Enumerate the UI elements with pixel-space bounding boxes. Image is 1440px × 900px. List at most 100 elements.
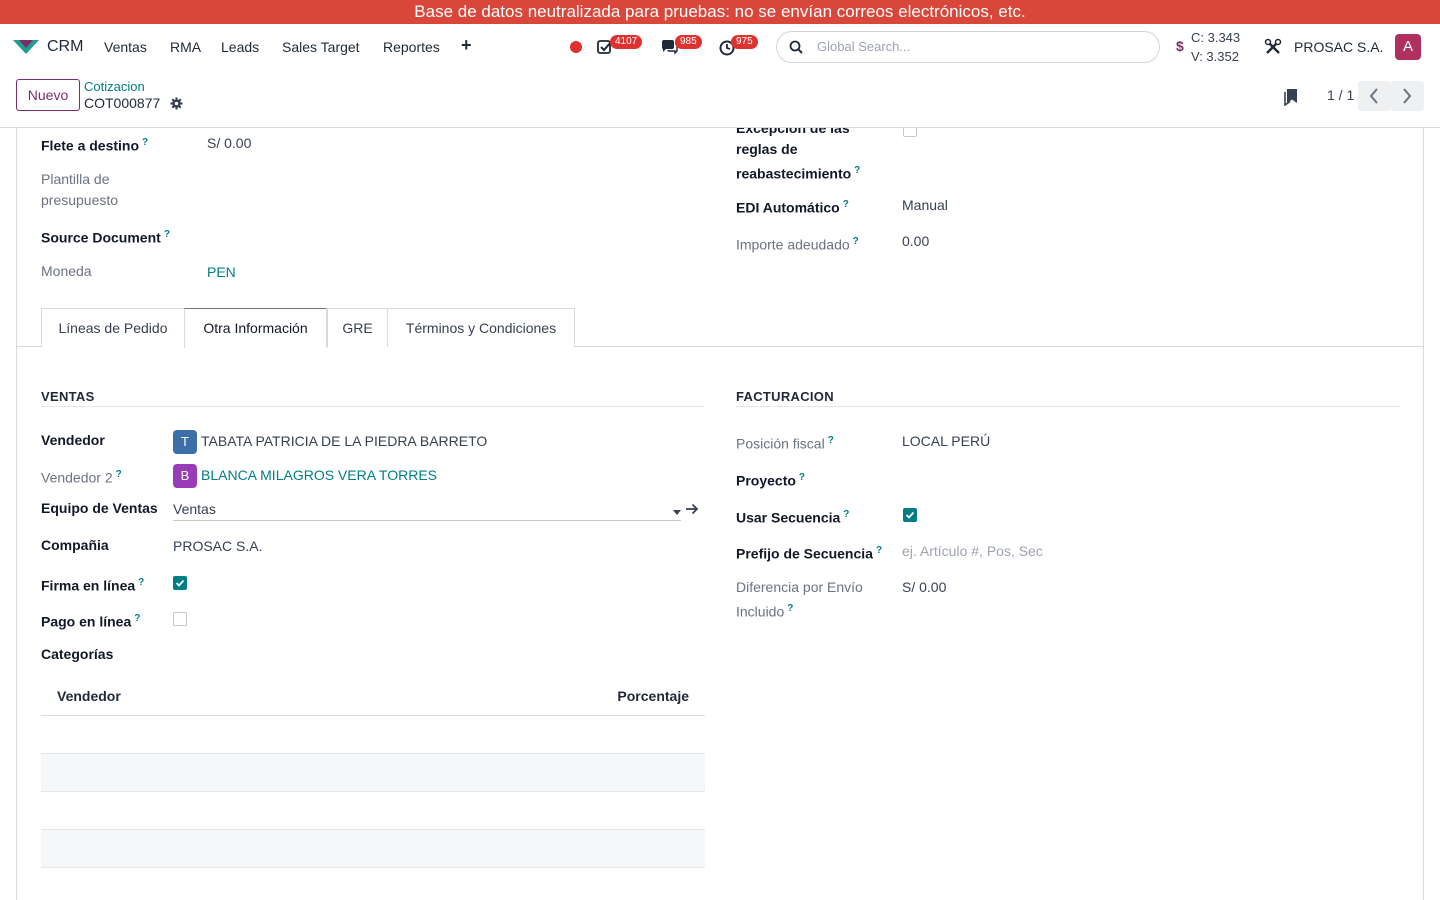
compania-value[interactable]: PROSAC S.A. (173, 536, 262, 557)
table-row (41, 792, 705, 830)
add-menu-plus-icon[interactable]: + (461, 35, 472, 56)
help-icon[interactable]: ? (843, 509, 849, 520)
help-icon[interactable]: ? (828, 435, 834, 446)
breadcrumb-current: COT000877 (84, 95, 161, 111)
help-icon[interactable]: ? (843, 199, 849, 210)
equipo-label: Equipo de Ventas (41, 500, 158, 516)
edi-value[interactable]: Manual (902, 195, 948, 216)
facturacion-section-rule (736, 406, 1400, 407)
help-icon[interactable]: ? (138, 577, 144, 588)
plantilla-label: Plantilla de presupuesto (41, 171, 119, 208)
tab-lineas-pedido[interactable]: Líneas de Pedido (41, 308, 185, 347)
moneda-value[interactable]: PEN (207, 262, 236, 283)
pager-next-button[interactable] (1391, 81, 1424, 111)
categorias-table-header: Vendedor Porcentaje (41, 676, 705, 716)
chevron-right-icon (1403, 88, 1412, 104)
menu-sales-target[interactable]: Sales Target (282, 39, 360, 55)
chevron-down-icon[interactable] (673, 510, 681, 515)
exchange-rates: C: 3.343 V: 3.352 (1191, 28, 1240, 66)
firma-checkbox[interactable] (173, 576, 187, 590)
currency-symbol: $ (1176, 38, 1184, 54)
help-icon[interactable]: ? (854, 165, 860, 176)
posicion-fiscal-value[interactable]: LOCAL PERÚ (902, 431, 990, 452)
recording-dot-icon[interactable] (570, 41, 582, 53)
vendedor2-avatar: B (173, 464, 197, 488)
diferencia-label: Diferencia por Envío Incluido? (736, 579, 863, 620)
messages-badge: 985 (675, 35, 702, 49)
pager-previous-button[interactable] (1358, 81, 1391, 111)
top-navbar: CRM Ventas RMA Leads Sales Target Report… (0, 24, 1440, 70)
ventas-section-title: VENTAS (41, 389, 95, 404)
proyecto-label: Proyecto? (736, 472, 806, 489)
help-icon[interactable]: ? (142, 137, 148, 148)
pager-value[interactable]: 1 / 1 (1327, 87, 1354, 103)
new-record-button[interactable]: Nuevo (16, 79, 80, 111)
flete-label: Flete a destino? (41, 137, 149, 154)
help-icon[interactable]: ? (799, 472, 805, 483)
vendedor2-value[interactable]: BLANCA MILAGROS VERA TORRES (201, 465, 437, 486)
global-search[interactable] (776, 31, 1160, 63)
tab-otra-informacion[interactable]: Otra Información (184, 308, 327, 348)
prefijo-input[interactable]: ej. Artículo #, Pos, Sec (902, 541, 1043, 562)
menu-rma[interactable]: RMA (170, 39, 201, 55)
bookmark-icon[interactable] (1283, 88, 1299, 106)
timers-badge: 975 (731, 35, 758, 49)
app-name[interactable]: CRM (47, 38, 83, 56)
facturacion-section-title: FACTURACION (736, 389, 834, 404)
form-sheet: Flete a destino? S/ 0.00 Plantilla de pre… (16, 128, 1424, 900)
flete-value[interactable]: S/ 0.00 (207, 133, 251, 154)
excepcion-checkbox[interactable] (903, 128, 917, 137)
user-avatar[interactable]: A (1395, 34, 1421, 60)
rate-buy: C: 3.343 (1191, 30, 1241, 45)
excepcion-label: Excepción de las reglas de reabastecimie… (736, 128, 861, 182)
importe-value: 0.00 (902, 233, 930, 249)
compania-label: Compañia (41, 537, 109, 553)
table-row (41, 754, 705, 792)
edi-label: EDI Automático? (736, 199, 849, 216)
gear-icon[interactable] (170, 97, 183, 110)
column-porcentaje[interactable]: Porcentaje (617, 688, 689, 704)
help-icon[interactable]: ? (164, 229, 170, 240)
importe-label: Importe adeudado? (736, 236, 859, 253)
search-icon (789, 40, 803, 54)
menu-reportes[interactable]: Reportes (383, 39, 440, 55)
help-icon[interactable]: ? (134, 613, 140, 624)
control-panel: Nuevo Cotizacion COT000877 1 / 1 (0, 70, 1440, 128)
table-row (41, 716, 705, 754)
breadcrumb-parent[interactable]: Cotizacion (84, 79, 145, 94)
firma-label: Firma en línea? (41, 577, 145, 594)
help-icon[interactable]: ? (116, 469, 122, 480)
posicion-fiscal-label: Posición fiscal? (736, 435, 834, 452)
vendedor-label: Vendedor (41, 432, 105, 448)
help-icon[interactable]: ? (853, 236, 859, 247)
menu-ventas[interactable]: Ventas (104, 39, 147, 55)
internal-link-arrow-icon[interactable] (685, 503, 699, 515)
pago-checkbox[interactable] (173, 612, 187, 626)
tab-terminos[interactable]: Términos y Condiciones (387, 308, 575, 347)
ventas-section-rule (41, 406, 705, 407)
vendedor2-label: Vendedor 2? (41, 469, 122, 486)
help-icon[interactable]: ? (876, 545, 882, 556)
tools-icon[interactable] (1264, 38, 1282, 56)
menu-leads[interactable]: Leads (221, 39, 259, 55)
check-icon (175, 579, 185, 587)
vendedor-avatar: T (173, 430, 197, 454)
rate-sell: V: 3.352 (1191, 49, 1239, 64)
company-switcher[interactable]: PROSAC S.A. (1294, 39, 1383, 55)
table-row (41, 830, 705, 868)
chevron-left-icon (1369, 88, 1378, 104)
source-document-label: Source Document? (41, 229, 170, 246)
equipo-underline (173, 520, 681, 521)
crm-logo-icon[interactable] (12, 38, 40, 56)
tab-gre[interactable]: GRE (327, 308, 388, 347)
usar-secuencia-checkbox[interactable] (903, 508, 917, 522)
global-search-input[interactable] (817, 39, 1147, 54)
moneda-label: Moneda (41, 263, 92, 279)
vendedor-value[interactable]: TABATA PATRICIA DE LA PIEDRA BARRETO (201, 431, 487, 452)
prefijo-label: Prefijo de Secuencia? (736, 545, 883, 562)
equipo-select[interactable]: Ventas (173, 499, 216, 520)
help-icon[interactable]: ? (787, 603, 793, 614)
check-icon (905, 511, 915, 519)
pago-label: Pago en línea? (41, 613, 141, 630)
column-vendedor[interactable]: Vendedor (57, 688, 121, 704)
